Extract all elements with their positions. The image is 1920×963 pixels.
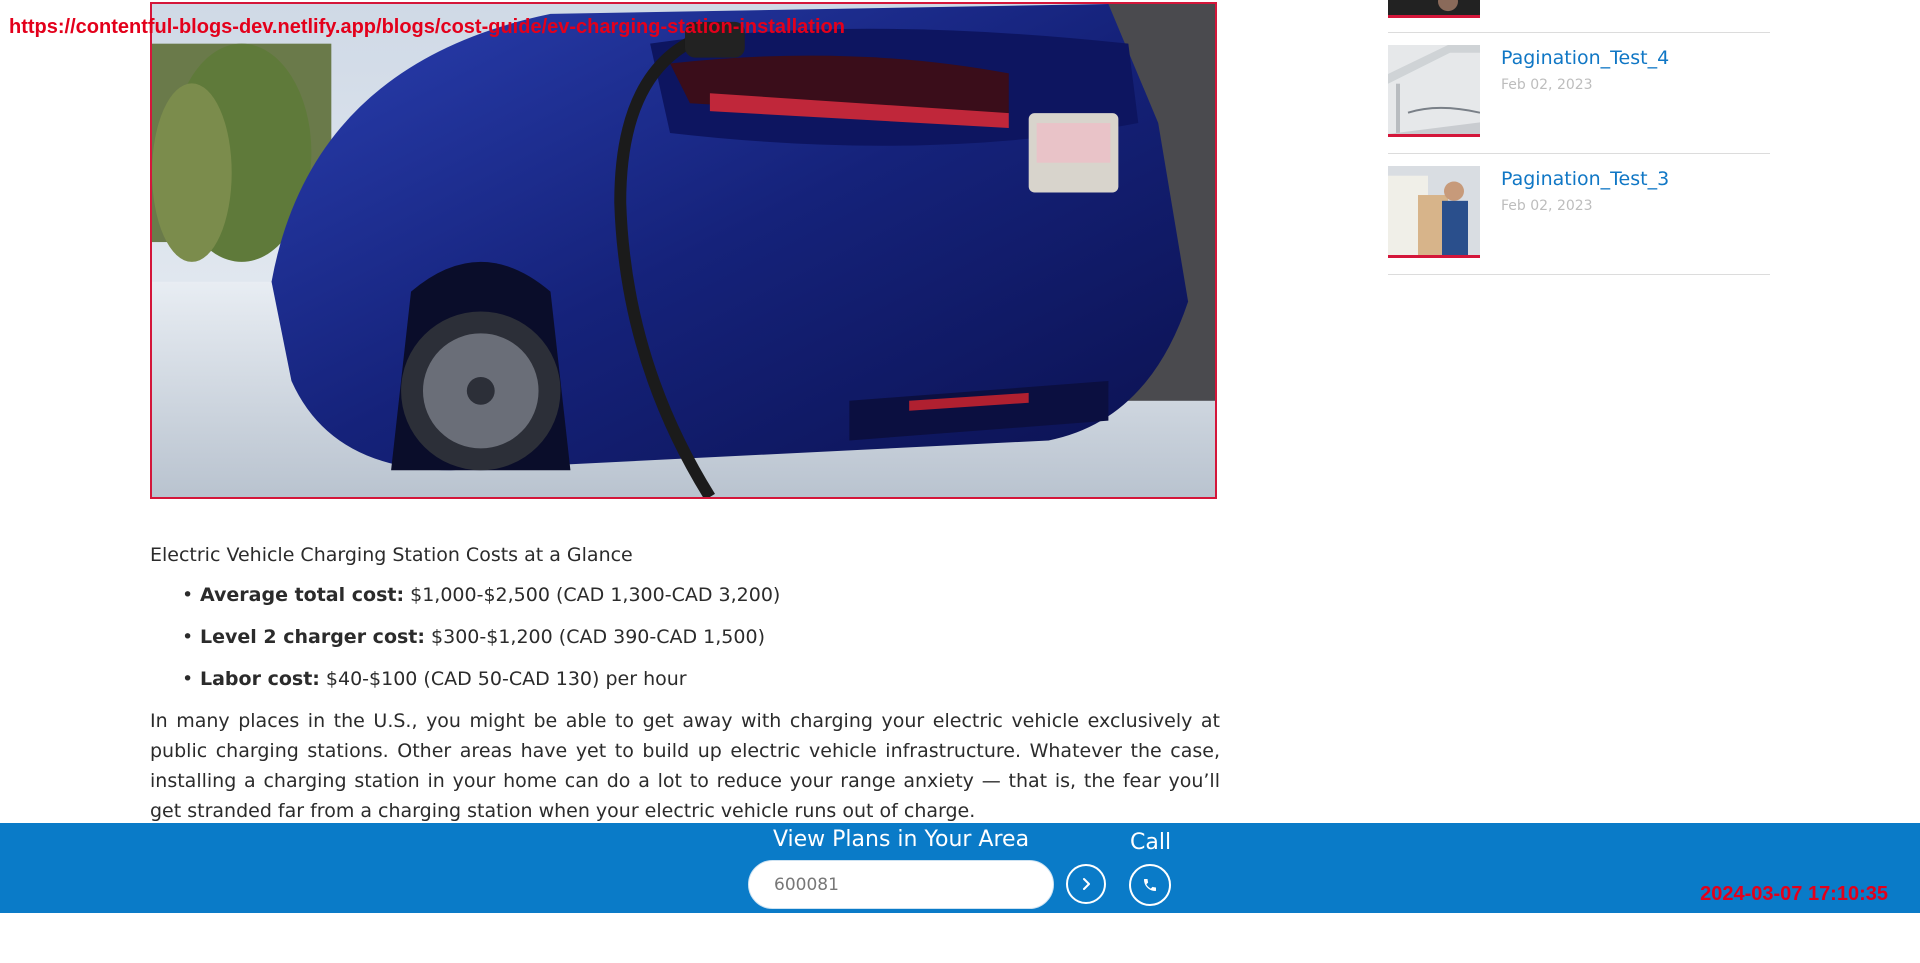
house-gutter-thumbnail bbox=[1388, 45, 1480, 134]
post-thumbnail[interactable] bbox=[1388, 0, 1480, 18]
zip-code-input[interactable] bbox=[748, 860, 1054, 909]
view-plans-title: View Plans in Your Area bbox=[772, 827, 1030, 852]
list-item-label: Labor cost: bbox=[200, 668, 320, 690]
post-date: Feb 02, 2023 bbox=[1501, 77, 1593, 93]
call-button[interactable] bbox=[1129, 864, 1171, 906]
bullet-dot: • bbox=[182, 584, 194, 606]
section-heading: Electric Vehicle Charging Station Costs … bbox=[150, 544, 633, 566]
submit-zip-button[interactable] bbox=[1066, 864, 1106, 904]
article-body: Electric Vehicle Charging Station Costs … bbox=[150, 540, 1220, 826]
post-thumbnail[interactable] bbox=[1388, 45, 1480, 137]
list-item-value: $40-$100 (CAD 50-CAD 130) per hour bbox=[325, 668, 687, 690]
post-date: Feb 02, 2023 bbox=[1501, 198, 1593, 214]
article-paragraph: In many places in the U.S., you might be… bbox=[150, 710, 1220, 822]
sidebar-recent-posts: Pagination_Test_4 Feb 02, 2023 Paginatio… bbox=[1388, 0, 1770, 275]
bullet-dot: • bbox=[182, 626, 194, 648]
list-item-label: Level 2 charger cost: bbox=[200, 626, 425, 648]
bullet-dot: • bbox=[182, 668, 194, 690]
list-item-value: $1,000-$2,500 (CAD 1,300-CAD 3,200) bbox=[410, 584, 781, 606]
list-item-label: Average total cost: bbox=[200, 584, 405, 606]
list-item: • Labor cost: $40-$100 (CAD 50-CAD 130) … bbox=[182, 664, 1220, 694]
list-item: • Level 2 charger cost: $300-$1,200 (CAD… bbox=[182, 622, 1220, 652]
car-charging-illustration bbox=[152, 4, 1215, 497]
chevron-right-icon bbox=[1083, 878, 1090, 890]
list-item: • Average total cost: $1,000-$2,500 (CAD… bbox=[182, 580, 1220, 610]
view-plans-bar: View Plans in Your Area Call bbox=[0, 823, 1920, 913]
hero-image bbox=[150, 2, 1217, 499]
sidebar-post-partial[interactable] bbox=[1388, 0, 1770, 33]
thumbnail-image bbox=[1388, 0, 1480, 15]
post-thumbnail[interactable] bbox=[1388, 166, 1480, 258]
timestamp-overlay: 2024-03-07 17:10:35 bbox=[1700, 883, 1888, 905]
phone-icon bbox=[1144, 879, 1156, 891]
url-overlay: https://contentful-blogs-dev.netlify.app… bbox=[9, 16, 845, 38]
technician-thumbnail bbox=[1388, 166, 1480, 255]
cost-list: • Average total cost: $1,000-$2,500 (CAD… bbox=[150, 580, 1220, 694]
page: https://contentful-blogs-dev.netlify.app… bbox=[0, 0, 1920, 963]
sidebar-post[interactable]: Pagination_Test_3 Feb 02, 2023 bbox=[1388, 154, 1770, 275]
post-title-link[interactable]: Pagination_Test_3 bbox=[1501, 168, 1669, 190]
post-title-link[interactable]: Pagination_Test_4 bbox=[1501, 47, 1669, 69]
sidebar-post[interactable]: Pagination_Test_4 Feb 02, 2023 bbox=[1388, 33, 1770, 154]
call-label: Call bbox=[1130, 830, 1172, 855]
list-item-value: $300-$1,200 (CAD 390-CAD 1,500) bbox=[431, 626, 765, 648]
